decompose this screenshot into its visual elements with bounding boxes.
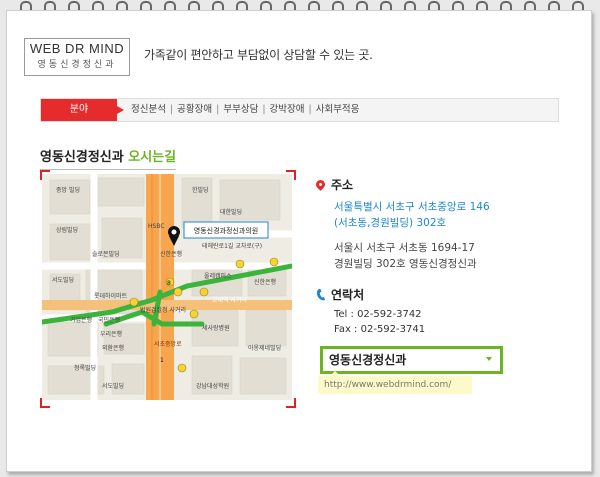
map-marker-label: 영동신경과정신과의원 xyxy=(194,226,258,235)
map-label: 외환은행 xyxy=(102,344,124,352)
address-road-line2: (서초동,경원빌딩) 302호 xyxy=(334,217,447,229)
map-label: 서도빌딩 xyxy=(52,276,74,284)
address-lot-line2: 경원빌딩 302호 영동신경정신과 xyxy=(334,258,477,270)
address-road-line1: 서울특별시 서초구 서초중앙로 146 xyxy=(334,201,490,213)
category-item-couple[interactable]: 부부상담 xyxy=(223,99,258,121)
phone-icon xyxy=(316,288,325,300)
chevron-down-icon xyxy=(486,357,492,361)
contact-tel: Tel : 02-592-3742 xyxy=(334,309,422,320)
map-road-label: 법원검찰청 사거리 xyxy=(140,306,186,314)
map-label: 기업은행 xyxy=(70,316,92,324)
map-road-label: 서초중앙로 xyxy=(154,340,182,348)
map-label: 우리은행 xyxy=(100,330,122,338)
map-label: 올레캠퍼스 xyxy=(204,272,232,280)
category-item-ocd[interactable]: 강박장애 xyxy=(270,99,305,121)
map-label: 세사랑병원 xyxy=(202,324,230,332)
address-road: 서울특별시 서초구 서초중앙로 146 (서초동,경원빌딩) 302호 xyxy=(334,199,556,231)
contact-details: Tel : 02-592-3742 Fax : 02-592-3741 xyxy=(334,307,556,337)
category-item-social[interactable]: 사회부적응 xyxy=(316,99,360,121)
website-url[interactable]: http://www.webdrmind.com/ xyxy=(318,371,472,394)
location-map[interactable]: 영동신경과정신과의원 중앙 빌딩 상림빌딩 솔로몬빌딩 서도빌딩 롯데하이마트 … xyxy=(42,174,292,400)
map-label: 서도빌딩 xyxy=(102,382,124,390)
section-title-highlight: 오시는길 xyxy=(128,150,177,165)
slogan: 가족같이 편안하고 부담없이 상담할 수 있는 곳. xyxy=(144,48,373,62)
address-lot: 서울시 서초구 서초동 1694-17 경원빌딩 302호 영동신경정신과 xyxy=(334,240,556,272)
map-label: 신한은행 xyxy=(160,250,182,258)
address-lot-line1: 서울시 서초구 서초동 1694-17 xyxy=(334,242,475,254)
map-road-label: 교대역 사거리 xyxy=(212,296,247,304)
clinic-select-value: 영동신경정신과 xyxy=(329,353,407,367)
address-heading: 주소 xyxy=(331,178,354,192)
section-title-main: 영동신경정신과 xyxy=(40,150,124,165)
category-item-panic[interactable]: 공황장애 xyxy=(177,99,212,121)
section-title: 영동신경정신과 오시는길 xyxy=(40,146,177,170)
info-panel: 주소 서울특별시 서초구 서초중앙로 146 (서초동,경원빌딩) 302호 서… xyxy=(314,176,556,337)
map-label: 신한은행 xyxy=(254,278,276,286)
category-items: 정신분석 | 공황장애 | 부부상담 | 강박장애 | 사회부적응 xyxy=(131,99,359,121)
map-label: 8 xyxy=(167,280,171,287)
site-logo[interactable]: WEB DR MIND 영동신경정신과 xyxy=(24,38,130,76)
clinic-select[interactable]: 영동신경정신과 xyxy=(320,346,503,374)
category-tab: 분야 xyxy=(41,99,124,121)
map-label: 아옹제네빌딩 xyxy=(248,344,281,352)
logo-title: WEB DR MIND xyxy=(29,41,125,56)
category-bar: 분야 정신분석 | 공황장애 | 부부상담 | 강박장애 | 사회부적응 xyxy=(40,98,559,122)
address-heading-row: 주소 xyxy=(314,176,556,193)
map-label: 솔로몬빌딩 xyxy=(92,250,120,258)
map-label: 상림빌딩 xyxy=(56,226,78,234)
map-label: 강남대성학원 xyxy=(196,382,229,390)
map-label: 테헤란로1길 교차로(구) xyxy=(202,242,262,250)
map-label: 청록빌딩 xyxy=(74,364,96,372)
logo-subtitle: 영동신경정신과 xyxy=(37,60,117,70)
map-label: 롯데하이마트 xyxy=(94,292,128,300)
location-pin-icon xyxy=(314,178,327,191)
map-label: 1 xyxy=(160,357,164,364)
map-label: 국민은행 xyxy=(98,316,120,324)
category-item-psychoanalysis[interactable]: 정신분석 xyxy=(131,99,166,121)
contact-fax: Fax : 02-592-3741 xyxy=(334,324,426,335)
map-label: HSBC xyxy=(148,223,165,230)
map-label: 한빌딩 xyxy=(192,186,209,194)
map-label: 중앙 빌딩 xyxy=(56,186,80,194)
contact-heading: 연락처 xyxy=(331,288,365,302)
map-label: 대한빌딩 xyxy=(220,208,242,216)
contact-heading-row: 연락처 xyxy=(316,286,556,303)
map-canvas: 영동신경과정신과의원 중앙 빌딩 상림빌딩 솔로몬빌딩 서도빌딩 롯데하이마트 … xyxy=(42,174,292,400)
